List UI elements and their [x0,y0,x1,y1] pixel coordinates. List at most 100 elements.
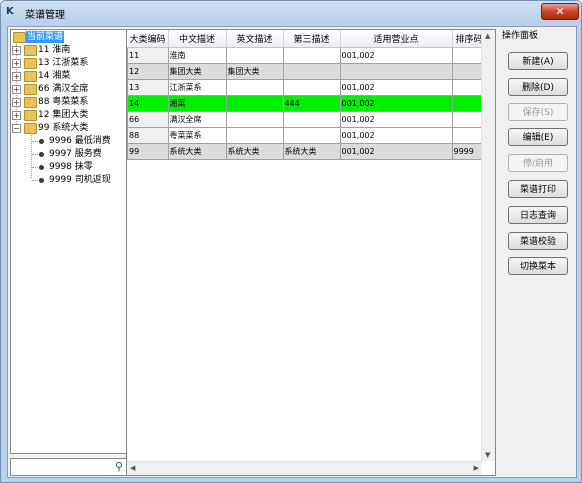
cell-third[interactable] [282,47,341,64]
delete-button[interactable]: 删除(D) [508,78,568,96]
enable-disable-button[interactable]: 停/启用 [508,154,568,172]
table-row-selected[interactable]: 14 湘菜 444 001,002 [127,95,487,112]
bullet-icon [39,139,44,144]
cell-cn[interactable]: 集团大类 [167,63,227,80]
tree-item-label: 9999 司机返现 [49,175,111,185]
cell-sites[interactable]: 001,002 [339,127,453,144]
tree-connector [31,132,32,178]
expand-plus-icon[interactable]: + [12,111,21,120]
vertical-scrollbar[interactable]: ▲ ▼ [481,30,495,461]
print-menu-button[interactable]: 菜谱打印 [508,180,568,198]
title-bar: K 菜谱管理 ✕ [1,1,581,23]
edit-button[interactable]: 编辑(E) [508,128,568,146]
tree-item-label: 9998 抹零 [49,162,93,172]
cell-cn[interactable]: 淮南 [167,47,227,64]
cell-sites[interactable]: 001,002 [339,47,453,64]
cell-sites[interactable] [339,63,453,80]
cell-third[interactable] [282,111,341,128]
column-header[interactable]: 英文描述 [226,30,284,48]
expand-plus-icon[interactable]: + [12,59,21,68]
scroll-up-icon[interactable]: ▲ [485,32,490,40]
cell-cn[interactable]: 湘菜 [167,95,227,112]
cell-en[interactable] [225,47,284,64]
collapse-minus-icon[interactable]: − [12,124,21,133]
table-header: 大类编码 中文描述 英文描述 第三描述 适用营业点 排序码 [127,30,487,48]
cell-code[interactable]: 88 [127,127,169,144]
app-logo-icon: K [6,6,14,17]
table-row[interactable]: 66 满汉全席 001,002 [127,111,487,128]
cell-sites[interactable]: 001,002 [339,111,453,128]
cell-sites[interactable]: 001,002 [339,79,453,96]
cell-third[interactable] [282,79,341,96]
cell-third[interactable] [282,63,341,80]
folder-icon [24,110,37,121]
expand-plus-icon[interactable]: + [12,98,21,107]
cell-third[interactable] [282,127,341,144]
cell-en[interactable]: 集团大类 [225,63,284,80]
cell-third[interactable]: 系统大类 [282,143,341,160]
cell-en[interactable]: 系统大类 [225,143,284,160]
folder-icon [13,32,26,43]
log-query-button[interactable]: 日志查询 [508,206,568,224]
category-table: 大类编码 中文描述 英文描述 第三描述 适用营业点 排序码 11 淮南 001,… [127,30,487,160]
cell-cn[interactable]: 粤菜菜系 [167,127,227,144]
bullet-icon [39,178,44,183]
save-button[interactable]: 保存(S) [508,103,568,121]
folder-icon [24,97,37,108]
cell-code[interactable]: 66 [127,111,169,128]
cell-code[interactable]: 99 [127,143,169,160]
window-title: 菜谱管理 [25,10,65,21]
table-row[interactable]: 13 江浙菜系 001,002 [127,79,487,96]
column-header[interactable]: 大类编码 [127,30,169,48]
table-row[interactable]: 88 粤菜菜系 001,002 [127,127,487,144]
table-row[interactable]: 11 淮南 001,002 [127,47,487,64]
tree-item-label: 9997 服务费 [49,149,102,159]
tree-item-label: 88 粤菜菜系 [38,97,89,107]
cell-cn[interactable]: 江浙菜系 [167,79,227,96]
new-button[interactable]: 新建(A) [508,52,568,70]
bullet-icon [39,165,44,170]
cell-third[interactable]: 444 [282,95,341,112]
cell-code[interactable]: 12 [127,63,169,80]
folder-icon [24,45,37,56]
cell-cn[interactable]: 满汉全席 [167,111,227,128]
search-input[interactable]: ⚲ [10,458,127,476]
category-grid[interactable]: 大类编码 中文描述 英文描述 第三描述 适用营业点 排序码 11 淮南 001,… [126,29,496,476]
horizontal-scrollbar[interactable]: ◀ ▶ [127,461,482,475]
tree-item-label: 13 江浙菜系 [38,58,89,68]
close-button[interactable]: ✕ [541,3,579,20]
column-header[interactable]: 适用营业点 [340,30,453,48]
scroll-right-icon[interactable]: ▶ [474,464,479,472]
cell-code[interactable]: 14 [127,95,169,112]
folder-open-icon [24,123,37,134]
cell-sites[interactable]: 001,002 [339,95,453,112]
scroll-left-icon[interactable]: ◀ [130,464,135,472]
cell-en[interactable] [225,111,284,128]
expand-plus-icon[interactable]: + [12,85,21,94]
column-header[interactable]: 中文描述 [168,30,227,48]
tree-item-label: 99 系统大类 [38,123,89,133]
column-header[interactable]: 第三描述 [283,30,341,48]
cell-code[interactable]: 13 [127,79,169,96]
scroll-down-icon[interactable]: ▼ [485,451,490,459]
table-row[interactable]: 99 系统大类 系统大类 系统大类 001,002 9999 [127,143,487,160]
cell-en[interactable] [225,95,284,112]
category-tree[interactable]: 当前菜谱 + 11 淮南 + 13 江浙菜系 + 14 湘菜 + 66 满汉全席 [10,29,127,454]
search-icon[interactable]: ⚲ [115,460,123,473]
tree-item-label: 14 湘菜 [38,71,71,81]
cell-en[interactable] [225,79,284,96]
ops-panel-title: 操作面板 [502,31,539,41]
tree-item-label: 9996 最低消费 [49,136,111,146]
cell-cn[interactable]: 系统大类 [167,143,227,160]
cell-sites[interactable]: 001,002 [339,143,453,160]
expand-plus-icon[interactable]: + [12,72,21,81]
expand-plus-icon[interactable]: + [12,46,21,55]
menu-check-button[interactable]: 菜谱校验 [508,232,568,250]
folder-icon [24,84,37,95]
cell-code[interactable]: 11 [127,47,169,64]
main-window: K 菜谱管理 ✕ 当前菜谱 + 11 淮南 + 13 江浙菜系 + 14 湘菜 … [0,0,582,483]
cell-en[interactable] [225,127,284,144]
tree-item-label: 12 集团大类 [38,110,89,120]
switch-menu-button[interactable]: 切换菜本 [508,257,568,275]
table-row[interactable]: 12 集团大类 集团大类 [127,63,487,80]
